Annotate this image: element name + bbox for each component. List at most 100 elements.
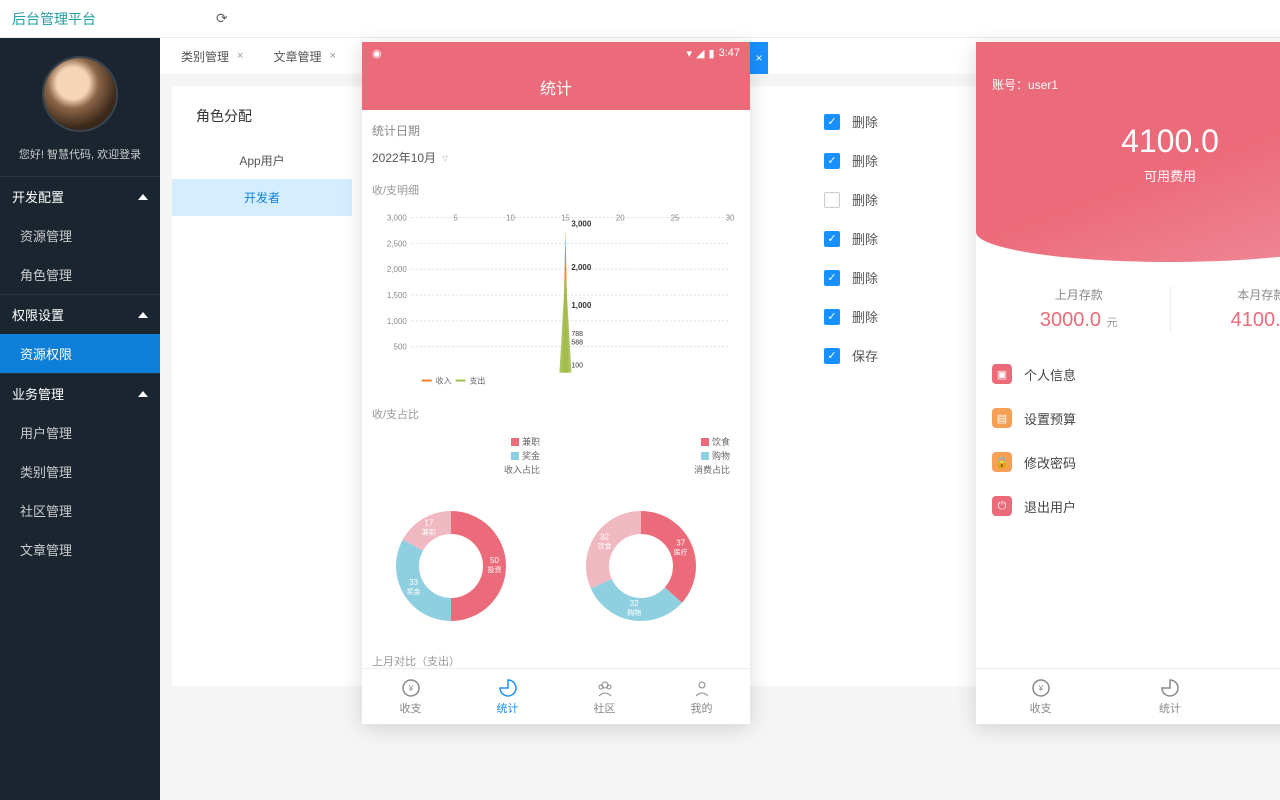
refresh-icon[interactable]: ⟳ xyxy=(216,10,228,27)
profile-header: 账号：user1 4100.0 可用费用 xyxy=(976,42,1280,262)
profile-menu-item[interactable]: 🔒修改密码 xyxy=(976,440,1280,484)
svg-text:1,000: 1,000 xyxy=(571,301,591,310)
nav-item[interactable]: 社区 xyxy=(556,669,653,724)
svg-text:医疗: 医疗 xyxy=(674,548,688,557)
menu-item[interactable]: 用户管理 xyxy=(0,413,160,452)
clock: 3:47 xyxy=(719,47,740,59)
menu-item[interactable]: 社区管理 xyxy=(0,491,160,530)
avatar[interactable] xyxy=(42,56,118,132)
wifi-icon: ▾ xyxy=(687,47,693,60)
caret-up-icon xyxy=(138,312,148,318)
svg-text:500: 500 xyxy=(394,343,408,352)
phone-profile: 账号：user1 4100.0 可用费用 上月存款3000.0 元本月存款410… xyxy=(976,42,1280,724)
svg-text:30: 30 xyxy=(726,213,735,222)
menu-icon: ▤ xyxy=(992,408,1012,428)
profile-menu-item[interactable]: ▣个人信息 xyxy=(976,352,1280,396)
svg-text:32: 32 xyxy=(600,533,609,542)
role-item[interactable]: App用户 xyxy=(172,142,352,179)
tab[interactable]: 类别管理× xyxy=(168,41,256,72)
nav-item[interactable]: 我的 xyxy=(653,669,750,724)
svg-text:¥: ¥ xyxy=(1037,684,1043,693)
account-line: 账号：user1 xyxy=(992,76,1280,93)
line-chart: 5001,0001,5002,0002,5003,000510152025303… xyxy=(372,208,740,388)
svg-text:17: 17 xyxy=(424,519,433,528)
ratio-label: 收/支占比 xyxy=(372,400,740,428)
svg-text:购物: 购物 xyxy=(627,608,641,617)
checkbox[interactable]: ✓ xyxy=(824,309,840,325)
svg-text:37: 37 xyxy=(676,539,685,548)
checkbox[interactable]: ✓ xyxy=(824,153,840,169)
checkbox[interactable]: ✓ xyxy=(824,270,840,286)
checkbox[interactable]: ✓ xyxy=(824,348,840,364)
caret-up-icon xyxy=(138,391,148,397)
svg-text:100: 100 xyxy=(571,363,583,370)
perm-label: 删除 xyxy=(852,190,878,209)
svg-text:50: 50 xyxy=(490,556,499,565)
checkbox[interactable] xyxy=(824,192,840,208)
balance-value: 4100.0 xyxy=(992,123,1280,160)
nav-item[interactable]: ¥收支 xyxy=(976,669,1105,724)
svg-text:2,500: 2,500 xyxy=(387,239,407,248)
svg-text:25: 25 xyxy=(671,213,680,222)
summary-col: 上月存款3000.0 元 xyxy=(988,286,1171,332)
balance-label: 可用费用 xyxy=(992,166,1280,185)
close-icon[interactable]: × xyxy=(750,42,768,74)
menu-icon: ▣ xyxy=(992,364,1012,384)
date-picker[interactable]: 2022年10月 ▿ xyxy=(372,143,740,176)
menu-item[interactable]: 资源权限 xyxy=(0,334,160,373)
perm-label: 保存 xyxy=(852,346,878,365)
svg-text:兼职: 兼职 xyxy=(422,528,436,537)
nav-item[interactable]: 社区 xyxy=(1235,669,1280,724)
status-app-icon: ◉ xyxy=(372,47,382,60)
perm-label: 删除 xyxy=(852,151,878,170)
close-icon[interactable]: × xyxy=(237,50,243,62)
menu-item[interactable]: 文章管理 xyxy=(0,530,160,569)
svg-text:3,000: 3,000 xyxy=(571,219,591,228)
svg-text:投资: 投资 xyxy=(488,565,502,574)
sidebar: 您好! 智慧代码, 欢迎登录 开发配置资源管理角色管理权限设置资源权限业务管理用… xyxy=(0,38,160,800)
perm-label: 删除 xyxy=(852,307,878,326)
svg-text:32: 32 xyxy=(630,599,639,608)
svg-text:1,500: 1,500 xyxy=(387,291,407,300)
svg-text:收入: 收入 xyxy=(436,376,452,386)
nav-item[interactable]: 统计 xyxy=(459,669,556,724)
tab[interactable]: 文章管理× xyxy=(260,41,348,72)
svg-text:奖金: 奖金 xyxy=(407,588,421,597)
detail-label: 收/支明细 xyxy=(372,176,740,204)
svg-text:10: 10 xyxy=(506,213,515,222)
menu-group-1[interactable]: 权限设置 xyxy=(0,295,160,334)
bottom-nav-2: ¥收支统计社区 xyxy=(976,668,1280,724)
svg-text:2,000: 2,000 xyxy=(571,263,591,272)
brand-title: 后台管理平台 xyxy=(12,9,96,29)
svg-text:1,000: 1,000 xyxy=(387,317,407,326)
menu-item[interactable]: 类别管理 xyxy=(0,452,160,491)
caret-up-icon xyxy=(138,194,148,200)
perm-label: 删除 xyxy=(852,112,878,131)
menu-item[interactable]: 角色管理 xyxy=(0,255,160,294)
role-item[interactable]: 开发者 xyxy=(172,179,352,216)
profile-menu-item[interactable]: ▤设置预算本月预算： xyxy=(976,396,1280,440)
svg-text:支出: 支出 xyxy=(469,376,485,386)
svg-text:33: 33 xyxy=(409,579,418,588)
svg-text:¥: ¥ xyxy=(407,684,413,693)
menu-item[interactable]: 资源管理 xyxy=(0,216,160,255)
menu-group-2[interactable]: 业务管理 xyxy=(0,374,160,413)
status-bar: ◉ ▾ ◢ ▮ 3:47 xyxy=(362,42,750,64)
role-panel: 角色分配 App用户开发者 xyxy=(172,86,352,686)
perm-label: 删除 xyxy=(852,229,878,248)
perm-label: 删除 xyxy=(852,268,878,287)
bottom-nav: ¥收支统计社区我的 xyxy=(362,668,750,724)
svg-text:788: 788 xyxy=(571,331,583,338)
donut-chart: 兼职奖金收入占比50投资33奖金17兼职 xyxy=(376,436,546,639)
svg-text:2,000: 2,000 xyxy=(387,265,407,274)
checkbox[interactable]: ✓ xyxy=(824,114,840,130)
svg-text:5: 5 xyxy=(453,213,458,222)
date-label: 统计日期 xyxy=(372,118,740,143)
phone-stats: ◉ ▾ ◢ ▮ 3:47 统计 统计日期 2022年10月 ▿ 收/支明细 50… xyxy=(362,42,750,724)
menu-group-0[interactable]: 开发配置 xyxy=(0,177,160,216)
nav-item[interactable]: 统计 xyxy=(1105,669,1234,724)
close-icon[interactable]: × xyxy=(329,50,335,62)
checkbox[interactable]: ✓ xyxy=(824,231,840,247)
profile-menu-item[interactable]: ⏻退出用户 xyxy=(976,484,1280,528)
nav-item[interactable]: ¥收支 xyxy=(362,669,459,724)
